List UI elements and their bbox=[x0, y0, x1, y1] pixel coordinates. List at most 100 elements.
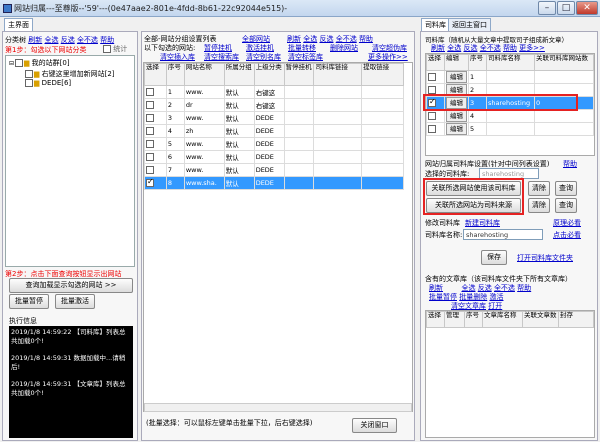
col-extract[interactable]: 提取链接 bbox=[361, 63, 404, 86]
close-icon[interactable]: ✕ bbox=[576, 1, 598, 15]
col-site[interactable]: 网站名称 bbox=[183, 63, 225, 86]
edit-button[interactable]: 编辑 bbox=[446, 71, 467, 83]
row-checkbox[interactable] bbox=[146, 153, 154, 161]
horizontal-scrollbar[interactable] bbox=[144, 403, 412, 412]
more-ops-link[interactable]: 更多操作>> bbox=[368, 52, 408, 62]
lib-name-input[interactable]: sharehosting bbox=[463, 229, 543, 240]
edit-button[interactable]: 编辑 bbox=[446, 123, 467, 135]
refresh-link[interactable]: 刷新 bbox=[28, 36, 42, 44]
clear-search-link[interactable]: 清空搜索库 bbox=[204, 52, 239, 62]
assoc-source-button[interactable]: 关联所选网站为司料来源 bbox=[426, 198, 521, 213]
site-row[interactable]: 4 zh 默认 DEDE bbox=[144, 124, 404, 138]
row-checkbox[interactable] bbox=[146, 140, 154, 148]
row-checkbox[interactable] bbox=[146, 114, 154, 122]
assoc-use-query-button[interactable]: 查询 bbox=[555, 181, 577, 196]
assoc-source-query-button[interactable]: 查询 bbox=[555, 198, 577, 213]
lib-row[interactable]: 编辑 1 bbox=[426, 70, 594, 84]
row-checkbox[interactable] bbox=[146, 101, 154, 109]
tab-main[interactable]: 主界面 bbox=[4, 18, 33, 31]
art-col-name[interactable]: 文章库名称 bbox=[482, 311, 523, 328]
site-row[interactable]: 7 www. 默认 DEDE bbox=[144, 163, 404, 177]
r-selall-link[interactable]: 全选 bbox=[447, 44, 461, 52]
new-lib-link[interactable]: 新建司料库 bbox=[465, 218, 500, 228]
site-row[interactable]: 2 dr 默认 右键这 bbox=[144, 98, 404, 112]
clear-tag-link[interactable]: 清空标签库 bbox=[288, 52, 323, 62]
tree-root[interactable]: ⊟ ▆ 我的站群[0] bbox=[9, 58, 70, 68]
r-refresh-link[interactable]: 刷新 bbox=[431, 44, 445, 52]
principle-link[interactable]: 原理必看 bbox=[553, 218, 581, 228]
art-selall-link[interactable]: 全选 bbox=[461, 284, 475, 292]
art-invert-link[interactable]: 反选 bbox=[478, 284, 492, 292]
query-load-button[interactable]: 查询加载显示勾选的网站 >> bbox=[9, 278, 133, 293]
assoc-use-button[interactable]: 关联所选网站使用该司料库 bbox=[426, 181, 521, 196]
clear-insert-link[interactable]: 清空插入库 bbox=[160, 52, 195, 62]
art-col-count[interactable]: 关联文章数 bbox=[522, 311, 559, 328]
art-open-link[interactable]: 打开 bbox=[488, 302, 502, 310]
lib-col-no[interactable]: 序号 bbox=[468, 54, 487, 71]
mid-desel-link[interactable]: 全不选 bbox=[336, 35, 357, 43]
tab-library[interactable]: 司料库 bbox=[421, 18, 450, 31]
lib-row[interactable]: 编辑 5 bbox=[426, 122, 594, 136]
lib-col-name[interactable]: 司料库名称 bbox=[486, 54, 535, 71]
art-col-no[interactable]: 序号 bbox=[464, 311, 483, 328]
r-desel-link[interactable]: 全不选 bbox=[480, 44, 501, 52]
help-link[interactable]: 帮助 bbox=[100, 36, 114, 44]
art-refresh-link[interactable]: 刷新 bbox=[429, 284, 443, 292]
open-folder-link[interactable]: 打开司料库文件夹 bbox=[517, 253, 573, 263]
row-checkbox[interactable] bbox=[146, 178, 154, 187]
assoc-use-clear-button[interactable]: 清除 bbox=[528, 181, 550, 196]
minimize-icon[interactable]: – bbox=[538, 1, 556, 15]
lib-row[interactable]: 编辑 4 bbox=[426, 109, 594, 123]
tree-child-1[interactable]: ▆ 右键这里增加新网站[2] bbox=[24, 69, 115, 79]
mid-selall-link[interactable]: 全选 bbox=[303, 35, 317, 43]
row-checkbox[interactable] bbox=[146, 127, 154, 135]
lib-row-checkbox[interactable] bbox=[428, 125, 436, 133]
art-help-link[interactable]: 帮助 bbox=[517, 284, 531, 292]
row-checkbox[interactable] bbox=[146, 166, 154, 174]
art-col-manage[interactable]: 管理 bbox=[444, 311, 465, 328]
tree-child-2[interactable]: ▆ DEDE[6] bbox=[24, 79, 71, 87]
col-lib-link[interactable]: 司料库链接 bbox=[313, 63, 363, 86]
lib-col-edit[interactable]: 编辑 bbox=[444, 54, 469, 71]
batch-activate-button[interactable]: 批量激活 bbox=[55, 294, 95, 309]
col-select[interactable]: 选择 bbox=[144, 63, 167, 86]
assoc-help-link[interactable]: 帮助 bbox=[563, 159, 577, 169]
mid-help-link[interactable]: 帮助 bbox=[359, 35, 373, 43]
r-more-link[interactable]: 更多>> bbox=[519, 44, 545, 52]
select-all-link[interactable]: 全选 bbox=[44, 36, 58, 44]
art-batch-pause-link[interactable]: 批量暂停 bbox=[429, 293, 457, 301]
art-desel-link[interactable]: 全不选 bbox=[494, 284, 515, 292]
art-clear-link[interactable]: 清空文章库 bbox=[451, 302, 486, 310]
col-group[interactable]: 所属分组 bbox=[223, 63, 255, 86]
mid-refresh-link[interactable]: 刷新 bbox=[287, 35, 301, 43]
maximize-icon[interactable]: □ bbox=[557, 1, 575, 15]
site-row[interactable]: 6 www. 默认 DEDE bbox=[144, 150, 404, 164]
art-activate-link[interactable]: 激活 bbox=[489, 293, 503, 301]
lib-row-checkbox[interactable] bbox=[428, 112, 436, 120]
art-col-sealed[interactable]: 封存 bbox=[558, 311, 594, 328]
col-parent[interactable]: 上级分类 bbox=[253, 63, 285, 86]
art-batch-delete-link[interactable]: 批量删除 bbox=[459, 293, 487, 301]
batch-pause-button[interactable]: 批量暂停 bbox=[9, 294, 49, 309]
site-row[interactable]: 3 www. 默认 DEDE bbox=[144, 111, 404, 125]
lib-row-checkbox[interactable] bbox=[428, 86, 436, 94]
mid-invert-link[interactable]: 反选 bbox=[319, 35, 333, 43]
assoc-source-clear-button[interactable]: 清除 bbox=[528, 198, 550, 213]
row-checkbox[interactable] bbox=[146, 88, 154, 96]
clear-alias-link[interactable]: 清空别名库 bbox=[246, 52, 281, 62]
r-help-link[interactable]: 帮助 bbox=[503, 44, 517, 52]
lib-col-select[interactable]: 选择 bbox=[426, 54, 445, 71]
art-col-select[interactable]: 选择 bbox=[426, 311, 445, 328]
tab-back-main[interactable]: 返回主窗口 bbox=[448, 18, 491, 31]
site-row[interactable]: 5 www. 默认 DEDE bbox=[144, 137, 404, 151]
must-read-link[interactable]: 点击必看 bbox=[553, 230, 581, 240]
lib-col-count[interactable]: 关联司料库网站数 bbox=[534, 54, 594, 71]
stats-checkbox[interactable] bbox=[103, 45, 111, 53]
delete-site-link[interactable]: 删除网站 bbox=[330, 43, 358, 53]
lib-row-checkbox[interactable] bbox=[428, 73, 436, 81]
site-row[interactable]: 8www.sha.默认DEDE bbox=[144, 176, 404, 190]
col-pause[interactable]: 暂停挂机 bbox=[283, 63, 315, 86]
r-invert-link[interactable]: 反选 bbox=[463, 44, 477, 52]
deselect-link[interactable]: 全不选 bbox=[77, 36, 98, 44]
site-row[interactable]: 1 www. 默认 右键这 bbox=[144, 85, 404, 99]
